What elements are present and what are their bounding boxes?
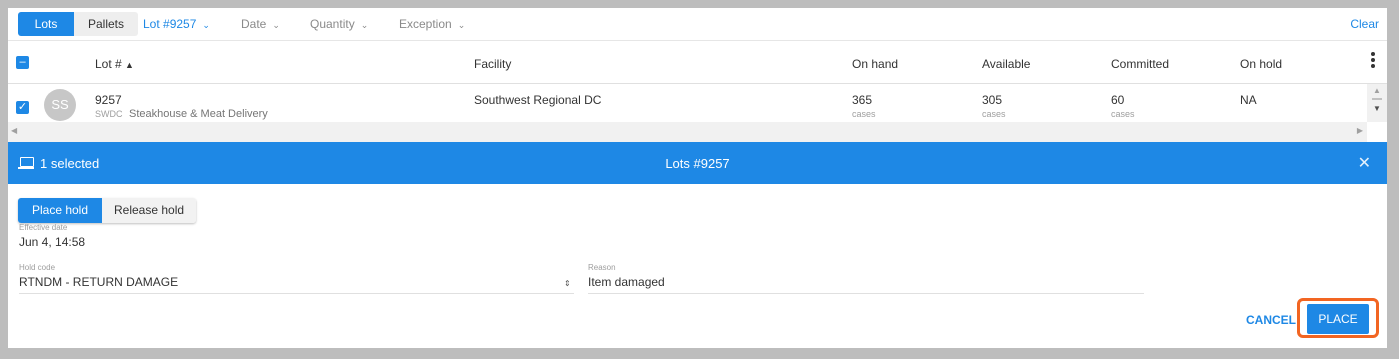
facility-code: SWDC xyxy=(95,109,123,119)
reason-field[interactable]: Item damaged xyxy=(588,275,665,289)
available-unit: cases xyxy=(982,109,1006,119)
scroll-left-icon[interactable]: ◀ xyxy=(11,126,17,135)
select-arrows-icon[interactable]: ⇕ xyxy=(564,279,571,288)
lot-header-label: Lot # xyxy=(95,57,122,71)
place-button[interactable]: PLACE xyxy=(1307,304,1369,334)
horizontal-scrollbar[interactable]: ◀ ▶ xyxy=(8,122,1367,142)
chevron-down-icon: ⌄ xyxy=(202,20,210,30)
close-icon[interactable]: ✕ xyxy=(1358,153,1371,173)
row-checkbox[interactable]: ✓ xyxy=(16,101,29,114)
table-row[interactable]: ✓ SS 9257 SWDC Steakhouse & Meat Deliver… xyxy=(8,84,1367,122)
app-frame: Lots Pallets Lot #9257 ⌄ Date ⌄ Quantity ⌄ … xyxy=(8,8,1387,348)
customer-name: Steakhouse & Meat Delivery xyxy=(129,108,268,120)
available-column-header[interactable]: Available xyxy=(982,57,1030,71)
date-filter-label: Date xyxy=(241,17,267,31)
cancel-button[interactable]: CANCEL xyxy=(1246,313,1296,327)
lot-number: 9257 xyxy=(95,93,122,107)
committed-column-header[interactable]: Committed xyxy=(1111,57,1169,71)
hold-code-select[interactable]: RTNDM - RETURN DAMAGE xyxy=(19,275,178,289)
exception-filter-label: Exception xyxy=(399,17,452,31)
date-filter[interactable]: Date ⌄ xyxy=(241,17,280,31)
pallets-tab[interactable]: Pallets xyxy=(74,12,139,36)
selection-bar: 1 selected Lots #9257 ✕ xyxy=(8,142,1387,184)
committed-unit: cases xyxy=(1111,109,1135,119)
lot-filter[interactable]: Lot #9257 ⌄ xyxy=(143,17,210,31)
on-hand-value: 365 xyxy=(852,93,873,107)
scroll-right-icon[interactable]: ▶ xyxy=(1357,126,1363,135)
chevron-down-icon: ⌄ xyxy=(272,20,280,30)
select-all-checkbox[interactable]: – xyxy=(16,56,29,69)
on-hold-value: NA xyxy=(1240,93,1257,107)
vertical-scrollbar[interactable]: ▲ ▼ xyxy=(1367,84,1387,122)
selection-title: Lots #9257 xyxy=(665,156,730,171)
chevron-down-icon: ⌄ xyxy=(360,20,369,30)
release-hold-tab[interactable]: Release hold xyxy=(102,198,197,223)
lots-tab[interactable]: Lots xyxy=(18,12,74,36)
committed-value: 60 xyxy=(1111,93,1125,107)
chevron-down-icon: ⌄ xyxy=(457,20,466,30)
clear-filters-link[interactable]: Clear xyxy=(1350,17,1379,31)
lot-column-header[interactable]: Lot # ▲ xyxy=(95,57,134,71)
on-hand-column-header[interactable]: On hand xyxy=(852,57,898,71)
reason-underline xyxy=(588,293,1144,294)
on-hold-column-header[interactable]: On hold xyxy=(1240,57,1282,71)
reason-label: Reason xyxy=(588,263,616,272)
scroll-up-icon[interactable]: ▲ xyxy=(1373,86,1381,95)
facility-column-header[interactable]: Facility xyxy=(474,57,511,71)
available-value: 305 xyxy=(982,93,1003,107)
sort-up-icon: ▲ xyxy=(125,60,134,70)
scroll-thumb[interactable] xyxy=(1372,98,1382,100)
filter-bar: Lots Pallets Lot #9257 ⌄ Date ⌄ Quantity ⌄ … xyxy=(8,8,1387,41)
place-hold-tab[interactable]: Place hold xyxy=(18,198,102,223)
table-header: – Lot # ▲ Facility On hand Available Com… xyxy=(8,41,1387,84)
lot-filter-label: Lot #9257 xyxy=(143,17,197,31)
avatar: SS xyxy=(44,89,76,121)
on-hand-unit: cases xyxy=(852,109,876,119)
hold-code-underline xyxy=(19,293,574,294)
hold-code-label: Hold code xyxy=(19,263,56,272)
quantity-filter-label: Quantity xyxy=(310,17,355,31)
quantity-filter[interactable]: Quantity ⌄ xyxy=(310,17,368,31)
view-toggle: Lots Pallets xyxy=(18,12,139,36)
exception-filter[interactable]: Exception ⌄ xyxy=(399,17,465,31)
scroll-down-icon[interactable]: ▼ xyxy=(1373,104,1381,113)
more-options-icon[interactable] xyxy=(1371,52,1375,70)
facility-name: Southwest Regional DC xyxy=(474,93,602,107)
effective-date-field[interactable]: Jun 4, 14:58 xyxy=(19,235,85,249)
effective-date-label: Effective date xyxy=(19,223,68,232)
hold-action-toggle: Place hold Release hold xyxy=(18,198,197,223)
